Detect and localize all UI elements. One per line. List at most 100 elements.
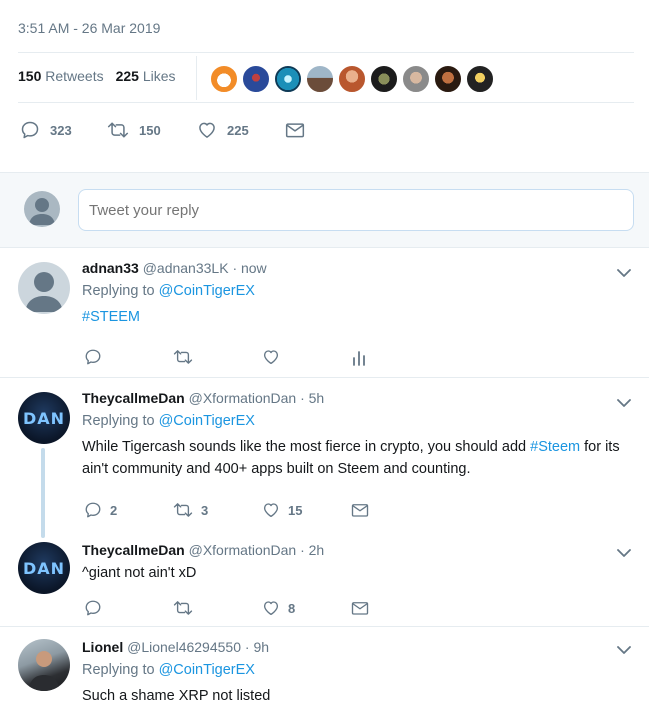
- likes-label: Likes: [142, 68, 176, 84]
- chevron-down-icon[interactable]: [617, 548, 631, 558]
- liker-avatar[interactable]: [338, 65, 366, 93]
- replying-to: Replying to @CoinTigerEX: [82, 280, 631, 302]
- tweet-actions: 8: [84, 599, 440, 617]
- avatar-text: DAN: [22, 558, 66, 578]
- liker-avatar[interactable]: [466, 65, 494, 93]
- heart-icon: [199, 122, 215, 138]
- liker-avatar[interactable]: [370, 65, 398, 93]
- reply-tweet[interactable]: adnan33 @adnan33LK · now Replying to @Co…: [0, 248, 649, 378]
- reply-tweet[interactable]: DAN TheycallmeDan @XformationDan · 5h Re…: [0, 378, 649, 528]
- liker-avatar[interactable]: [242, 65, 270, 93]
- reply-action[interactable]: [84, 348, 173, 366]
- tweet-text: ^giant not ain't xD: [82, 565, 197, 581]
- retweet-action[interactable]: 3: [173, 501, 262, 519]
- avatar[interactable]: [18, 262, 70, 314]
- retweet-action[interactable]: [173, 348, 262, 366]
- chevron-down-icon[interactable]: [617, 645, 631, 655]
- likes-stat[interactable]: 225 Likes: [116, 68, 176, 84]
- tweet-header: TheycallmeDan @XformationDan · 5h: [82, 390, 631, 406]
- like-action[interactable]: 8: [262, 599, 351, 617]
- tweet-content: adnan33 @adnan33LK · now Replying to @Co…: [82, 260, 631, 328]
- retweet-action[interactable]: [173, 599, 262, 617]
- display-name[interactable]: Lionel: [82, 639, 123, 655]
- reply-icon: [85, 502, 101, 518]
- user-handle[interactable]: @XformationDan: [189, 542, 297, 558]
- user-handle[interactable]: @Lionel46294550: [127, 639, 241, 655]
- user-handle[interactable]: @adnan33LK: [143, 260, 229, 276]
- hashtag-link[interactable]: #STEEM: [82, 309, 140, 325]
- heart-icon: [263, 601, 279, 616]
- retweets-stat[interactable]: 150 Retweets: [18, 68, 104, 84]
- retweet-count: 150: [139, 122, 161, 138]
- heart-icon: [263, 350, 279, 365]
- replying-label: Replying to: [82, 413, 155, 429]
- like-action[interactable]: [262, 348, 351, 366]
- tweet-time[interactable]: · 2h: [300, 542, 324, 558]
- retweets-label: Retweets: [45, 68, 104, 84]
- tweet-text: While Tigercash sounds like the most fie…: [82, 436, 631, 480]
- heart-icon: [263, 503, 279, 518]
- tweet-header: Lionel @Lionel46294550 · 9h: [82, 639, 631, 655]
- reply-count: 323: [50, 122, 72, 138]
- liker-avatar[interactable]: [402, 65, 430, 93]
- reply-tweet[interactable]: Lionel @Lionel46294550 · 9h Replying to …: [0, 627, 649, 725]
- replying-to: Replying to @CoinTigerEX: [82, 659, 631, 681]
- default-avatar-icon: [29, 198, 55, 225]
- tweet-content: TheycallmeDan @XformationDan · 2h ^giant…: [82, 542, 631, 584]
- direct-message-action[interactable]: [351, 599, 440, 617]
- display-name[interactable]: adnan33: [82, 260, 139, 276]
- mention-link[interactable]: @CoinTigerEX: [159, 413, 255, 429]
- liker-avatar[interactable]: [434, 65, 462, 93]
- tweet-timestamp[interactable]: 3:51 AM - 26 Mar 2019: [18, 20, 160, 36]
- reply-input[interactable]: [78, 189, 634, 231]
- direct-message-action[interactable]: [285, 121, 305, 139]
- avatar-text: DAN: [22, 408, 66, 428]
- display-name[interactable]: TheycallmeDan: [82, 390, 185, 406]
- like-action[interactable]: 15: [262, 501, 351, 519]
- tweet-header: adnan33 @adnan33LK · now: [82, 260, 631, 276]
- analytics-icon: [353, 351, 365, 366]
- replying-label: Replying to: [82, 283, 155, 299]
- liker-avatar[interactable]: [274, 65, 302, 93]
- avatar[interactable]: DAN: [18, 392, 70, 444]
- tweet-content: Lionel @Lionel46294550 · 9h Replying to …: [82, 639, 631, 707]
- reply-action[interactable]: 2: [84, 501, 173, 519]
- tweet-text-part: While Tigercash sounds like the most fie…: [82, 439, 527, 455]
- hashtag-link[interactable]: #Steem: [530, 439, 580, 455]
- reply-count: 2: [110, 502, 118, 518]
- reply-icon: [21, 121, 39, 139]
- mention-link[interactable]: @CoinTigerEX: [159, 283, 255, 299]
- analytics-action[interactable]: [351, 348, 440, 366]
- tweet-time[interactable]: · 9h: [245, 639, 269, 655]
- reply-composer: [0, 172, 649, 248]
- liker-avatar[interactable]: [210, 65, 238, 93]
- liker-avatar[interactable]: [306, 65, 334, 93]
- tweet-time[interactable]: · 5h: [300, 390, 324, 406]
- envelope-icon: [351, 504, 369, 517]
- retweet-action[interactable]: 150: [107, 120, 197, 140]
- retweet-icon: [173, 601, 193, 615]
- retweet-icon: [173, 350, 193, 364]
- tweet-actions: 2 3 15: [84, 501, 440, 519]
- likes-count: 225: [115, 68, 139, 84]
- like-count: 8: [288, 600, 296, 616]
- envelope-icon: [285, 123, 305, 138]
- display-name[interactable]: TheycallmeDan: [82, 542, 185, 558]
- direct-message-action[interactable]: [351, 501, 440, 519]
- likers-avatars: [210, 65, 494, 93]
- user-handle[interactable]: @XformationDan: [189, 390, 297, 406]
- tweet-time[interactable]: · now: [232, 260, 266, 276]
- divider: [18, 102, 634, 103]
- reply-action[interactable]: 323: [20, 120, 107, 140]
- stats-divider: [196, 56, 197, 100]
- mention-link[interactable]: @CoinTigerEX: [159, 662, 255, 678]
- chevron-down-icon[interactable]: [617, 268, 631, 278]
- tweet-text: #STEEM: [82, 306, 631, 328]
- avatar[interactable]: [18, 639, 70, 691]
- reply-action[interactable]: [84, 599, 173, 617]
- reply-tweet[interactable]: DAN TheycallmeDan @XformationDan · 2h ^g…: [0, 530, 649, 626]
- chevron-down-icon[interactable]: [617, 398, 631, 408]
- avatar[interactable]: DAN: [18, 542, 70, 594]
- replying-label: Replying to: [82, 662, 155, 678]
- like-action[interactable]: 225: [197, 120, 285, 140]
